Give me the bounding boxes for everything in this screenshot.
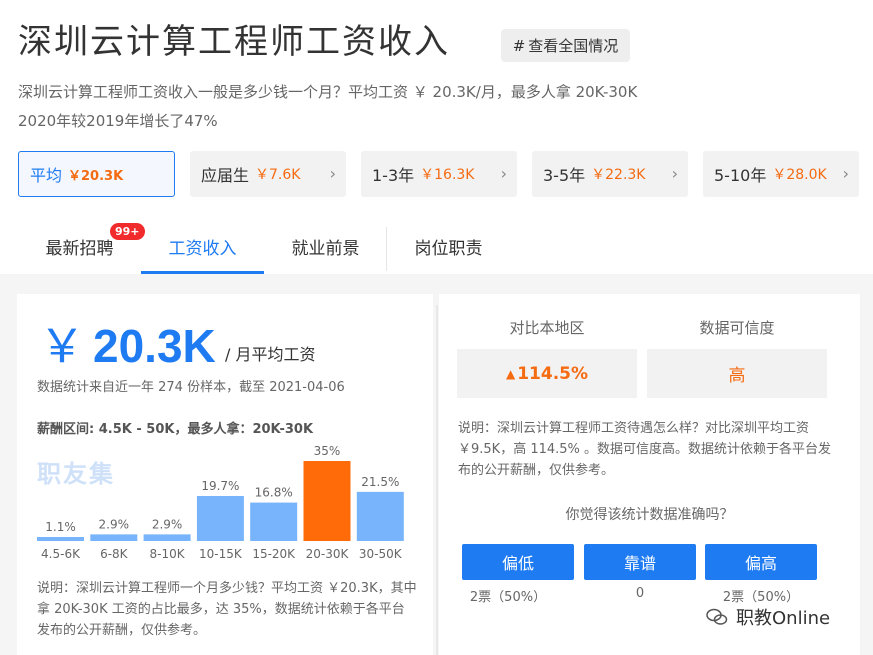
bar-category-label: 20-30K	[306, 547, 350, 561]
chevron-right-icon: ›	[842, 164, 849, 183]
bar-4.5-6K	[37, 537, 84, 541]
title-row: 深圳云计算工程师工资收入	[18, 14, 450, 63]
vote-label: 靠谱	[623, 554, 656, 573]
page-title: 深圳云计算工程师工资收入	[18, 22, 450, 62]
stat-tab-5-10[interactable]: 5-10年 ￥28.0K ›	[703, 151, 859, 197]
new-jobs-badge: 99+	[110, 223, 145, 240]
stat-tab-value: ￥20.3K	[68, 168, 124, 184]
bar-category-label: 4.5-6K	[41, 547, 81, 561]
average-salary-unit: / 月平均工资	[225, 345, 316, 364]
bar-category-label: 8-10K	[150, 547, 186, 561]
vote-fair-count: 0	[635, 586, 645, 601]
tab-responsibilities[interactable]: 岗位职责	[387, 225, 510, 274]
stat-tab-label: 1-3年	[372, 166, 415, 185]
accuracy-question: 你觉得该统计数据准确吗？	[565, 507, 734, 523]
vote-label: 偏高	[744, 554, 777, 573]
bar-category-label: 15-20K	[252, 547, 296, 561]
salary-summary: 深圳云计算工程师工资收入一般是多少钱一个月？平均工资 ￥ 20.3K/月，最多人…	[18, 78, 637, 136]
stat-tab-value: ￥7.6K	[255, 167, 301, 183]
yen-symbol: ￥	[39, 319, 85, 373]
tab-label: 岗位职责	[414, 239, 483, 259]
stat-tab-3-5[interactable]: 3-5年 ￥22.3K ›	[532, 151, 688, 197]
tab-latest-jobs[interactable]: 最新招聘 99+	[18, 223, 145, 274]
vote-high-button[interactable]: 偏高	[705, 544, 817, 580]
bar-value-label: 35%	[314, 444, 341, 458]
average-salary: ￥ 20.3K	[39, 310, 216, 376]
stat-tab-average[interactable]: 平均 ￥20.3K	[18, 151, 175, 197]
comparison-panel: 对比本地区 数据可信度 ▲ 114.5% 高 说明：深圳云计算工程师工资待遇怎么…	[439, 294, 860, 655]
vote-low-button[interactable]: 偏低	[462, 544, 574, 580]
experience-tabs: 平均 ￥20.3K 应届生 ￥7.6K › 1-3年 ￥16.3K › 3-5年…	[18, 151, 859, 197]
stat-tab-value: ￥16.3K	[420, 167, 475, 183]
trust-value-box: 高	[647, 349, 827, 398]
bar-10-15K	[196, 495, 244, 541]
vote-fair-button[interactable]: 靠谱	[584, 544, 696, 580]
view-nation-button[interactable]: # 查看全国情况	[501, 29, 630, 62]
summary-line-1: 深圳云计算工程师工资收入一般是多少钱一个月？平均工资 ￥ 20.3K/月，最多人…	[18, 83, 638, 101]
average-salary-value: 20.3K	[93, 320, 216, 372]
section-nav: 最新招聘 99+ 工资收入 就业前景 岗位职责	[18, 223, 510, 274]
salary-panel: ￥ 20.3K / 月平均工资 数据统计来自近一年 274 份样本，截至 202…	[17, 294, 433, 655]
vote-label: 偏低	[501, 554, 534, 573]
compare-value: 114.5%	[517, 363, 589, 384]
stat-tab-value: ￥22.3K	[591, 167, 646, 183]
tab-label: 就业前景	[291, 239, 360, 259]
stat-tab-1-3[interactable]: 1-3年 ￥16.3K ›	[361, 151, 517, 197]
bar-30-50K	[356, 491, 404, 541]
bar-value-label: 19.7%	[201, 479, 239, 493]
salary-description: 说明：深圳云计算工程师一个月多少钱？平均工资 ￥20.3K，其中拿 20K-30…	[37, 581, 417, 638]
up-arrow-icon: ▲	[505, 366, 516, 381]
watermark-text: 职教Online	[736, 608, 831, 629]
trust-label: 数据可信度	[699, 319, 775, 337]
chevron-right-icon: ›	[500, 164, 507, 183]
panel-divider	[436, 305, 438, 655]
comparison-description: 说明：深圳云计算工程师工资待遇怎么样？对比深圳平均工资 ￥9.5K，高 114.…	[458, 421, 832, 478]
bar-20-30K	[303, 461, 351, 541]
salary-distribution-chart: 1.1% 4.5-6K 2.9% 6-8K 2.9% 8-10K 19.7% 10-15K 16…	[37, 444, 404, 561]
bar-category-label: 6-8K	[100, 547, 129, 561]
bar-value-label: 2.9%	[99, 517, 130, 531]
stat-tab-label: 5-10年	[714, 166, 767, 185]
chevron-right-icon: ›	[329, 164, 336, 183]
bar-6-8K	[90, 534, 138, 541]
sample-note: 数据统计来自近一年 274 份样本，截至 2021-04-06	[37, 380, 345, 395]
bar-value-label: 16.8%	[255, 486, 293, 500]
bar-8-10K	[143, 534, 191, 541]
compare-label: 对比本地区	[509, 319, 585, 337]
vote-high-count: 2票（50%）	[722, 590, 800, 605]
compare-value-box: ▲ 114.5%	[457, 349, 637, 398]
summary-line-2: 2020年较2019年增长了47%	[18, 112, 218, 130]
bar-value-label: 1.1%	[45, 520, 76, 534]
tab-prospects[interactable]: 就业前景	[264, 225, 387, 274]
tab-label: 最新招聘	[45, 239, 114, 259]
tab-salary[interactable]: 工资收入	[141, 225, 264, 274]
chevron-right-icon: ›	[671, 164, 678, 183]
stat-tab-label: 应届生	[201, 166, 250, 185]
vote-low-count: 2票（50%）	[469, 590, 547, 605]
stat-tab-label: 平均	[30, 166, 63, 185]
stat-tab-value: ￥28.0K	[772, 167, 827, 183]
tab-label: 工资收入	[168, 239, 237, 259]
stat-tab-label: 3-5年	[543, 166, 586, 185]
bar-15-20K	[250, 502, 298, 541]
bar-value-label: 21.5%	[361, 475, 399, 489]
wechat-watermark: 职教Online	[706, 604, 830, 630]
bar-category-label: 30-50K	[359, 547, 403, 561]
wechat-icon	[706, 608, 728, 625]
bar-value-label: 2.9%	[152, 517, 183, 531]
stat-tab-graduate[interactable]: 应届生 ￥7.6K ›	[190, 151, 346, 197]
bar-category-label: 10-15K	[199, 547, 243, 561]
hash-icon: #	[512, 36, 526, 55]
view-nation-label: 查看全国情况	[528, 37, 619, 55]
trust-value: 高	[728, 366, 746, 386]
